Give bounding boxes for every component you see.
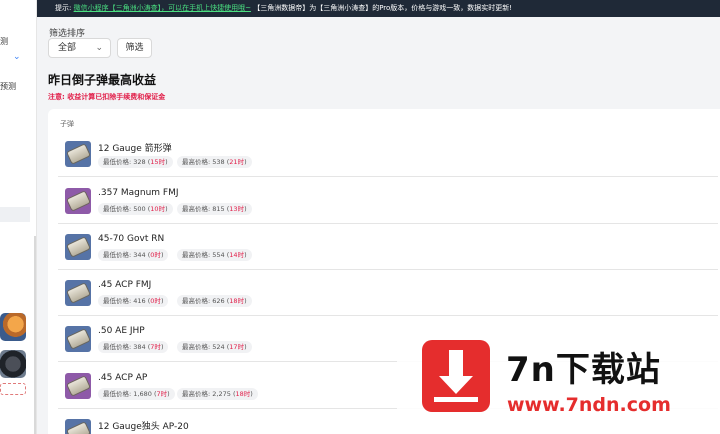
- low-price-tag: 最低价格: 328 (15时): [98, 156, 173, 168]
- ammo-name: .45 ACP AP: [98, 373, 148, 383]
- category-select-value: 全部: [58, 43, 77, 53]
- category-select[interactable]: 全部 ⌄: [48, 38, 111, 58]
- ammo-name: .45 ACP FMJ: [98, 280, 152, 290]
- ammo-name: 45-70 Govt RN: [98, 234, 165, 244]
- table-row[interactable]: 12 Gauge 箭形弹 最低价格: 328 (15时) 最高价格: 538 (21…: [58, 131, 718, 177]
- sidebar-item-label[interactable]: 预测: [0, 81, 16, 92]
- chevron-down-icon: ⌄: [95, 43, 103, 53]
- avatar[interactable]: [0, 350, 26, 378]
- low-price-tag: 最低价格: 416 (0时): [98, 295, 169, 307]
- ammo-icon: [65, 188, 91, 214]
- notice-prefix: 提示:: [55, 4, 72, 12]
- high-price-tag: 最高价格: 815 (13时): [177, 203, 252, 215]
- watermark-brand: 7n下载站: [506, 350, 661, 390]
- ammo-icon: [65, 419, 91, 434]
- ammo-icon: [65, 234, 91, 260]
- notice-link[interactable]: 微信小程序【三角洲小涛查】，可以在手机上快捷使用哦~: [74, 4, 251, 12]
- filter-button[interactable]: 筛选: [117, 38, 152, 58]
- low-price-tag: 最低价格: 1,680 (7时): [98, 388, 175, 400]
- ammo-icon: [65, 373, 91, 399]
- sidebar: 测 ⌄ ​ 预测: [0, 0, 37, 434]
- sidebar-scrollbar[interactable]: [34, 236, 36, 434]
- column-header: 子弹: [60, 120, 74, 128]
- high-price-tag: 最高价格: 554 (14时): [177, 249, 252, 261]
- table-row[interactable]: .45 ACP FMJ 最低价格: 416 (0时) 最高价格: 626 (18时): [58, 270, 718, 316]
- low-price-tag: 最低价格: 384 (7时): [98, 341, 169, 353]
- low-price-tag: 最低价格: 500 (10时): [98, 203, 173, 215]
- add-placeholder[interactable]: [0, 383, 26, 395]
- table-row[interactable]: 45-70 Govt RN 最低价格: 344 (0时) 最高价格: 554 (14…: [58, 224, 718, 270]
- ammo-name: 12 Gauge独头 AP-20: [98, 422, 189, 432]
- watermark-url: www.7ndn.com: [507, 394, 671, 416]
- sidebar-active-block[interactable]: [0, 207, 30, 222]
- sidebar-item-label[interactable]: 测: [0, 36, 8, 47]
- ammo-icon: [65, 141, 91, 167]
- low-price-tag: 最低价格: 344 (0时): [98, 249, 169, 261]
- high-price-tag: 最高价格: 626 (18时): [177, 295, 252, 307]
- chevron-down-icon[interactable]: ⌄: [13, 52, 21, 62]
- warning-note: 注意: 收益计算已扣除手续费和保证金: [48, 93, 166, 101]
- high-price-tag: 最高价格: 538 (21时): [177, 156, 252, 168]
- high-price-tag: 最高价格: 2,275 (18时): [177, 388, 258, 400]
- ammo-name: 12 Gauge 箭形弹: [98, 144, 172, 154]
- ammo-icon: [65, 280, 91, 306]
- notice-suffix: 【三角洲数据帝】为【三角洲小涛查】的Pro版本，价格与游戏一致，数据实时更新!: [253, 4, 513, 12]
- ammo-icon: [65, 326, 91, 352]
- high-price-tag: 最高价格: 524 (17时): [177, 341, 252, 353]
- table-row[interactable]: .357 Magnum FMJ 最低价格: 500 (10时) 最高价格: 815 …: [58, 178, 718, 224]
- notice-bar: 提示: 微信小程序【三角洲小涛查】，可以在手机上快捷使用哦~ 【三角洲数据帝】为…: [37, 0, 720, 17]
- page-title: 昨日倒子弹最高收益: [48, 73, 157, 87]
- ammo-name: .50 AE JHP: [98, 326, 145, 336]
- download-arrow-icon: [422, 340, 490, 412]
- avatar[interactable]: [0, 313, 26, 341]
- watermark: 7n下载站 www.7ndn.com: [397, 318, 720, 434]
- ammo-name: .357 Magnum FMJ: [98, 188, 179, 198]
